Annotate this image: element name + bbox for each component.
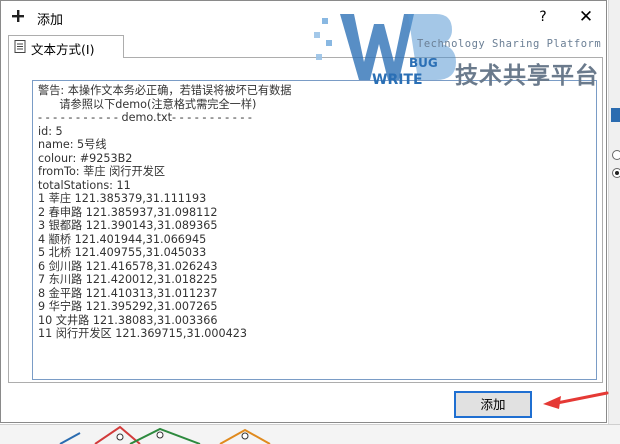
text-line: 9 华宁路 121.395292,31.007265 — [38, 300, 218, 313]
text-line: 10 文井路 121.38083,31.003366 — [38, 313, 218, 327]
background-map-lines — [59, 425, 271, 444]
text-line: fromTo: 莘庄 闵行开发区 — [38, 165, 166, 178]
watermark-bug: BUG — [409, 56, 438, 70]
watermark-cn-text: 技术共享平台 — [455, 63, 599, 89]
watermark-slogan: Technology Sharing Platform — [417, 38, 602, 50]
text-line: 2 春申路 121.385937,31.098112 — [38, 205, 218, 219]
plus-icon — [12, 10, 24, 22]
text-line: 5 北桥 121.409755,31.045033 — [38, 246, 207, 259]
text-line: 7 东川路 121.420012,31.018225 — [38, 273, 218, 286]
text-line: 11 闵行开发区 121.369715,31.000423 — [38, 327, 247, 340]
background-map-strip — [0, 424, 620, 444]
text-line: - - - - - - - - - - - demo.txt- - - - - … — [38, 111, 252, 124]
tab-text-mode[interactable]: 文本方式(I) — [8, 35, 124, 58]
text-input-area[interactable]: 警告: 本操作文本务必正确，若错误将被坏已有数据 请参照以下demo(注意格式需… — [32, 80, 597, 380]
text-line: 3 银都路 121.390143,31.089365 — [38, 219, 218, 232]
text-line: colour: #9253B2 — [38, 151, 133, 165]
red-arrow-icon — [543, 391, 609, 409]
add-button[interactable]: 添加 — [454, 391, 532, 418]
text-line: 1 莘庄 121.385379,31.111193 — [38, 192, 207, 205]
text-line: 4 颛桥 121.401944,31.066945 — [38, 232, 207, 246]
text-line: 8 金平路 121.410313,31.011237 — [38, 286, 218, 300]
background-radio-selected — [612, 168, 620, 178]
text-line: 请参照以下demo(注意格式需完全一样) — [38, 97, 257, 111]
text-line: 6 剑川路 121.416578,31.026243 — [38, 259, 218, 273]
document-icon — [14, 40, 26, 53]
text-line: name: 5号线 — [38, 138, 107, 151]
text-line: totalStations: 11 — [38, 178, 131, 192]
dialog-title: 添加 — [37, 13, 64, 28]
background-bar — [611, 108, 620, 122]
watermark-write: WRITE — [372, 72, 423, 88]
background-radio — [612, 150, 620, 160]
text-line: id: 5 — [38, 124, 63, 138]
tab-text-mode-label: 文本方式(I) — [31, 42, 95, 57]
